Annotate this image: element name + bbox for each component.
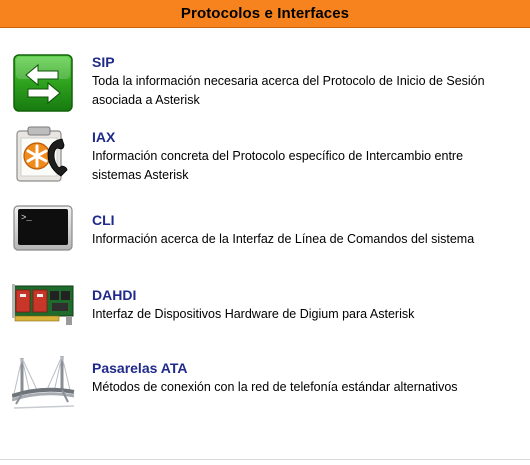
list-item-cli: >_ CLI Información acerca de la Interfaz…	[0, 203, 530, 259]
sip-title-link[interactable]: SIP	[92, 54, 115, 70]
dahdi-description: Interfaz de Dispositivos Hardware de Dig…	[92, 307, 415, 321]
cli-terminal-icon[interactable]: >_	[12, 204, 74, 266]
iax-title-link[interactable]: IAX	[92, 129, 115, 145]
cli-title-link[interactable]: CLI	[92, 212, 115, 228]
dahdi-card-icon[interactable]	[12, 282, 74, 344]
section-header: Protocolos e Interfaces	[0, 0, 530, 28]
list-item-iax: IAX Información concreta del Protocolo e…	[0, 124, 530, 188]
list-item-dahdi: DAHDI Interfaz de Dispositivos Hardware …	[0, 282, 530, 330]
iax-phone-icon[interactable]	[12, 124, 74, 186]
iax-description: Información concreta del Protocolo espec…	[92, 149, 464, 182]
sip-arrows-icon[interactable]	[12, 53, 74, 115]
dahdi-title-link[interactable]: DAHDI	[92, 287, 136, 303]
pasarelas-ata-description: Métodos de conexión con la red de telefo…	[92, 380, 458, 394]
sip-description: Toda la información necesaria acerca del…	[92, 74, 485, 107]
bridge-icon[interactable]	[12, 350, 75, 412]
cli-description: Información acerca de la Interfaz de Lín…	[92, 232, 475, 246]
list-item-pasarelas-ata: Pasarelas ATA Métodos de conexión con la…	[0, 350, 530, 412]
protocols-interfaces-page: Protocolos e Interfaces SIP Toda la info…	[0, 0, 530, 465]
pasarelas-ata-title-link[interactable]: Pasarelas ATA	[92, 360, 187, 376]
page-title: Protocolos e Interfaces	[180, 5, 350, 22]
svg-text:>_: >_	[21, 213, 32, 223]
bottom-divider	[0, 459, 530, 460]
list-item-sip: SIP Toda la información necesaria acerca…	[0, 50, 530, 114]
